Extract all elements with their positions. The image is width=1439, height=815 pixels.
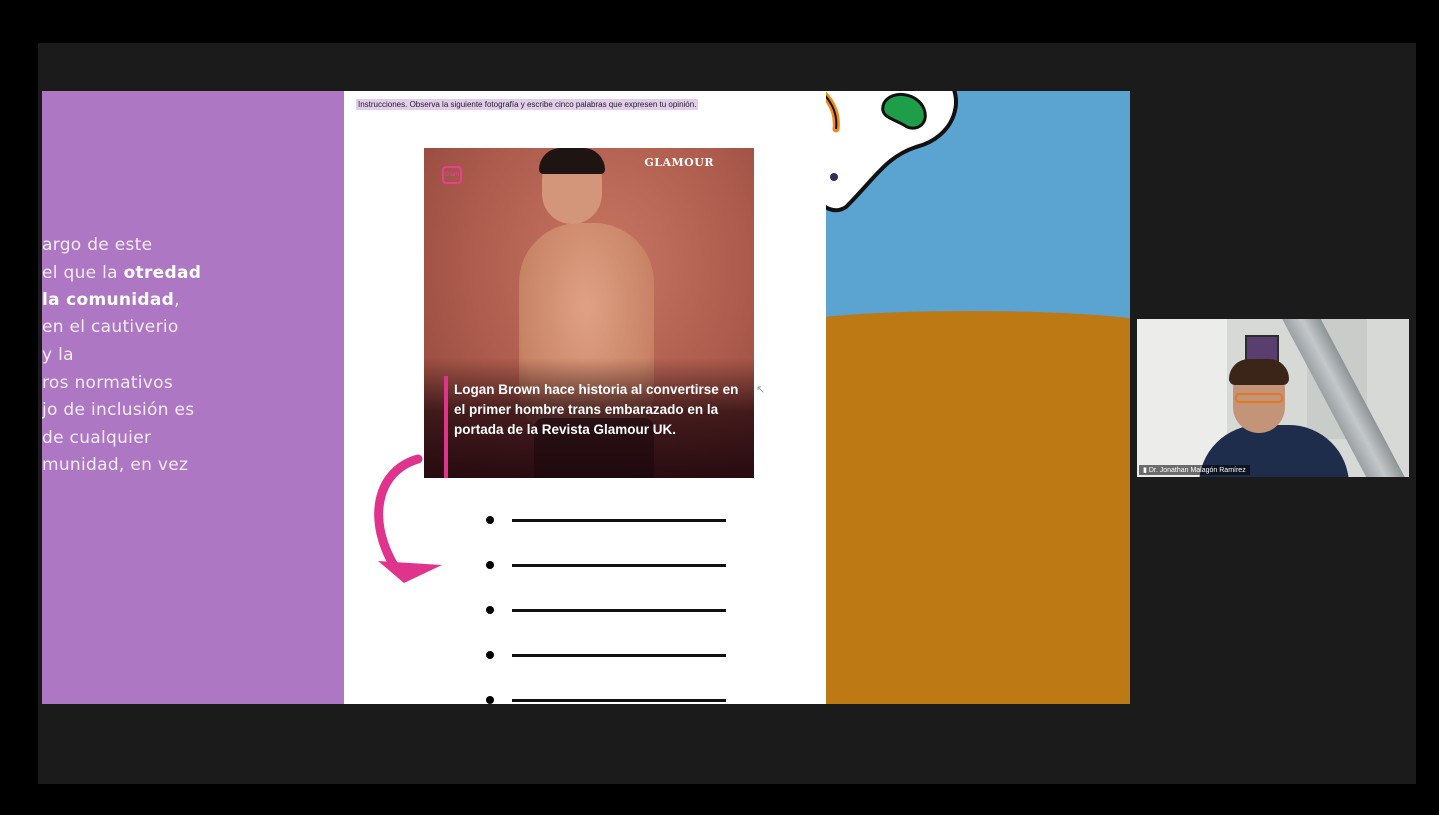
answer-line <box>486 648 726 662</box>
slide-text-line: en el cautiverio <box>42 317 179 337</box>
decorative-blob-icon <box>826 91 958 213</box>
illustration-ground <box>826 311 1130 704</box>
slide-text-line: argo de este <box>42 235 153 255</box>
worksheet-panel: Instrucciones. Observa la siguiente foto… <box>344 91 826 704</box>
slide-text-line: ros normativos <box>42 373 174 393</box>
answer-line <box>486 603 726 617</box>
slide-text-line: y la <box>42 345 74 365</box>
slide-left-text-panel: argo de este el que la otredad la comuni… <box>42 91 344 704</box>
participant-hair <box>1229 359 1289 385</box>
slide-right-illustration <box>826 91 1130 704</box>
answer-rule <box>512 519 726 522</box>
shared-slide: argo de este el que la otredad la comuni… <box>42 91 1130 704</box>
slide-text-line: el que la otredad <box>42 263 202 283</box>
participant-video-tile[interactable]: ▮ Dr. Jonathan Malagón Ramírez <box>1137 319 1409 477</box>
curved-arrow-icon <box>374 454 442 583</box>
bullet-icon <box>486 561 494 569</box>
photo-figure-hair <box>539 148 605 174</box>
slide-text-line: munidad, en vez <box>42 455 189 475</box>
participant-name-label: ▮ Dr. Jonathan Malagón Ramírez <box>1139 465 1250 475</box>
slide-text-line: la comunidad, <box>42 290 180 310</box>
answer-line <box>486 558 726 572</box>
worksheet-instructions: Instrucciones. Observa la siguiente foto… <box>356 99 699 110</box>
bullet-icon <box>486 651 494 659</box>
bullet-icon <box>486 696 494 704</box>
answer-line <box>486 693 726 704</box>
answer-rule <box>512 564 726 567</box>
answer-rule <box>512 609 726 612</box>
participant-glasses <box>1235 393 1283 403</box>
magazine-logo-icon: Glam <box>442 166 462 184</box>
slide-text-line: jo de inclusión es <box>42 400 195 420</box>
magazine-name: GLAMOUR <box>644 156 714 169</box>
answer-rule <box>512 699 726 702</box>
answer-rule <box>512 654 726 657</box>
bullet-icon <box>486 516 494 524</box>
magazine-cover-photo: Glam GLAMOUR Logan Brown hace historia a… <box>424 148 754 478</box>
bullet-icon <box>486 606 494 614</box>
photo-caption: Logan Brown hace historia al convertirse… <box>454 382 739 437</box>
answer-line <box>486 513 726 527</box>
mouse-cursor-icon: ↖ <box>756 384 766 396</box>
slide-text-line: de cualquier <box>42 428 152 448</box>
mic-icon: ▮ <box>1143 467 1147 474</box>
